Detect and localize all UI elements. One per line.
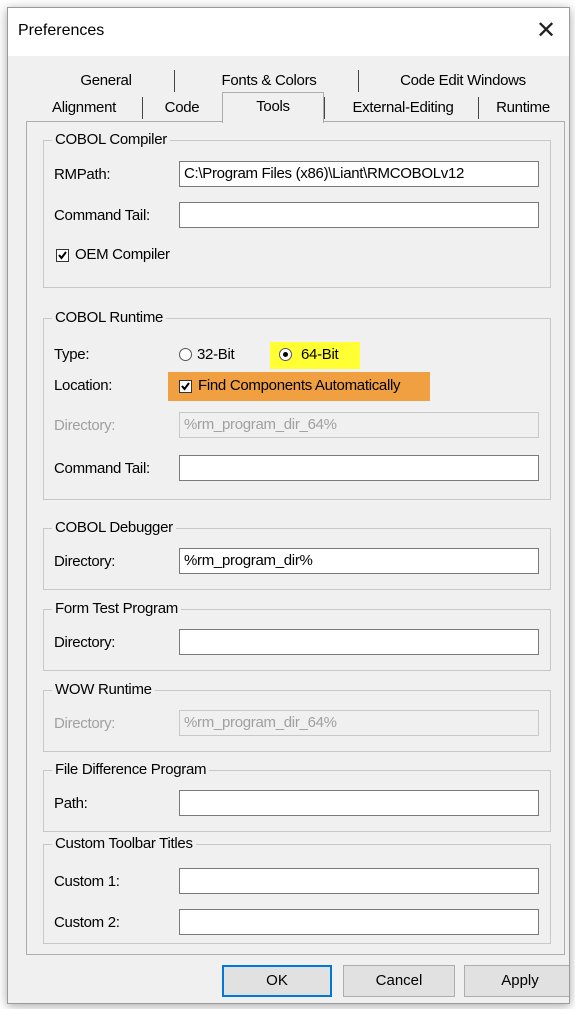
radio-32-bit[interactable] (179, 348, 192, 361)
group-title: COBOL Debugger (52, 519, 176, 537)
rmpath-field[interactable]: C:\Program Files (x86)\Liant\RMCOBOLv12 (179, 161, 539, 187)
wow-runtime-group: WOW Runtime Directory: %rm_program_dir_6… (43, 681, 551, 752)
check-mark-icon (181, 382, 190, 391)
tab-separator (358, 70, 359, 92)
cobol-debugger-group: COBOL Debugger Directory: %rm_program_di… (43, 519, 551, 590)
tab-separator (478, 97, 479, 119)
location-label: Location: (54, 377, 113, 394)
runtime-directory-field: %rm_program_dir_64% (179, 412, 539, 438)
radio-64-bit-label: 64-Bit (301, 346, 339, 363)
tab-external-editing[interactable]: External-Editing (330, 94, 476, 121)
group-title: File Difference Program (52, 761, 210, 779)
custom-1-field[interactable] (179, 868, 539, 894)
type-label: Type: (54, 346, 90, 363)
debugger-directory-label: Directory: (54, 553, 116, 570)
group-title: COBOL Runtime (52, 309, 167, 327)
tools-tab-panel: COBOL Compiler RMPath: C:\Program Files … (26, 121, 565, 955)
tab-row-back: General Fonts & Colors Code Edit Windows (26, 67, 563, 94)
compiler-command-tail-field[interactable] (179, 202, 539, 228)
cobol-runtime-group: COBOL Runtime Type: 32-Bit 64-Bit Locati… (43, 309, 551, 500)
runtime-command-tail-field[interactable] (179, 455, 539, 481)
wow-directory-label: Directory: (54, 715, 116, 732)
custom-toolbar-group: Custom Toolbar Titles Custom 1: Custom 2… (43, 835, 551, 944)
file-difference-group: File Difference Program Path: (43, 761, 551, 832)
preferences-dialog: Preferences ✕ General Fonts & Colors Cod… (7, 7, 570, 1004)
custom-2-field[interactable] (179, 909, 539, 935)
close-icon[interactable]: ✕ (523, 8, 569, 54)
runtime-command-tail-label: Command Tail: (54, 460, 150, 477)
custom-1-label: Custom 1: (54, 873, 120, 890)
custom-2-label: Custom 2: (54, 914, 120, 931)
oem-compiler-checkbox[interactable] (56, 249, 69, 262)
runtime-directory-label: Directory: (54, 417, 116, 434)
group-title: Custom Toolbar Titles (52, 835, 196, 853)
radio-64-bit[interactable] (279, 348, 292, 361)
cobol-compiler-group: COBOL Compiler RMPath: C:\Program Files … (43, 131, 551, 288)
ok-button[interactable]: OK (222, 965, 332, 997)
wow-directory-field: %rm_program_dir_64% (179, 710, 539, 736)
oem-compiler-label: OEM Compiler (75, 246, 170, 263)
radio-32-bit-label: 32-Bit (197, 346, 235, 363)
tab-separator (174, 70, 175, 92)
find-components-checkbox[interactable] (179, 380, 192, 393)
window-title: Preferences (18, 22, 105, 39)
group-title: Form Test Program (52, 600, 181, 618)
tab-general[interactable]: General (46, 67, 166, 94)
rmpath-label: RMPath: (54, 166, 111, 183)
tab-runtime[interactable]: Runtime (484, 94, 562, 121)
debugger-directory-field[interactable]: %rm_program_dir% (179, 548, 539, 574)
form-test-program-group: Form Test Program Directory: (43, 600, 551, 671)
file-diff-path-label: Path: (54, 795, 88, 812)
apply-button[interactable]: Apply (464, 965, 569, 997)
group-title: COBOL Compiler (52, 131, 170, 149)
command-tail-label: Command Tail: (54, 207, 150, 224)
tab-code-edit-windows[interactable]: Code Edit Windows (368, 67, 558, 94)
radio-dot (283, 352, 288, 357)
file-diff-path-field[interactable] (179, 790, 539, 816)
check-mark-icon (58, 251, 67, 260)
tab-tools[interactable]: Tools (222, 92, 324, 123)
group-title: WOW Runtime (52, 681, 155, 699)
tab-separator (142, 97, 143, 119)
tab-separator (324, 97, 325, 119)
find-components-label: Find Components Automatically (198, 377, 401, 394)
cancel-button[interactable]: Cancel (343, 965, 455, 997)
tab-alignment[interactable]: Alignment (34, 94, 134, 121)
form-test-directory-field[interactable] (179, 629, 539, 655)
tab-row-front: Alignment Code Tools External-Editing Ru… (26, 92, 563, 123)
tab-code[interactable]: Code (146, 94, 218, 121)
title-bar: Preferences ✕ (8, 8, 569, 56)
form-test-directory-label: Directory: (54, 634, 116, 651)
tab-fonts-colors[interactable]: Fonts & Colors (184, 67, 354, 94)
